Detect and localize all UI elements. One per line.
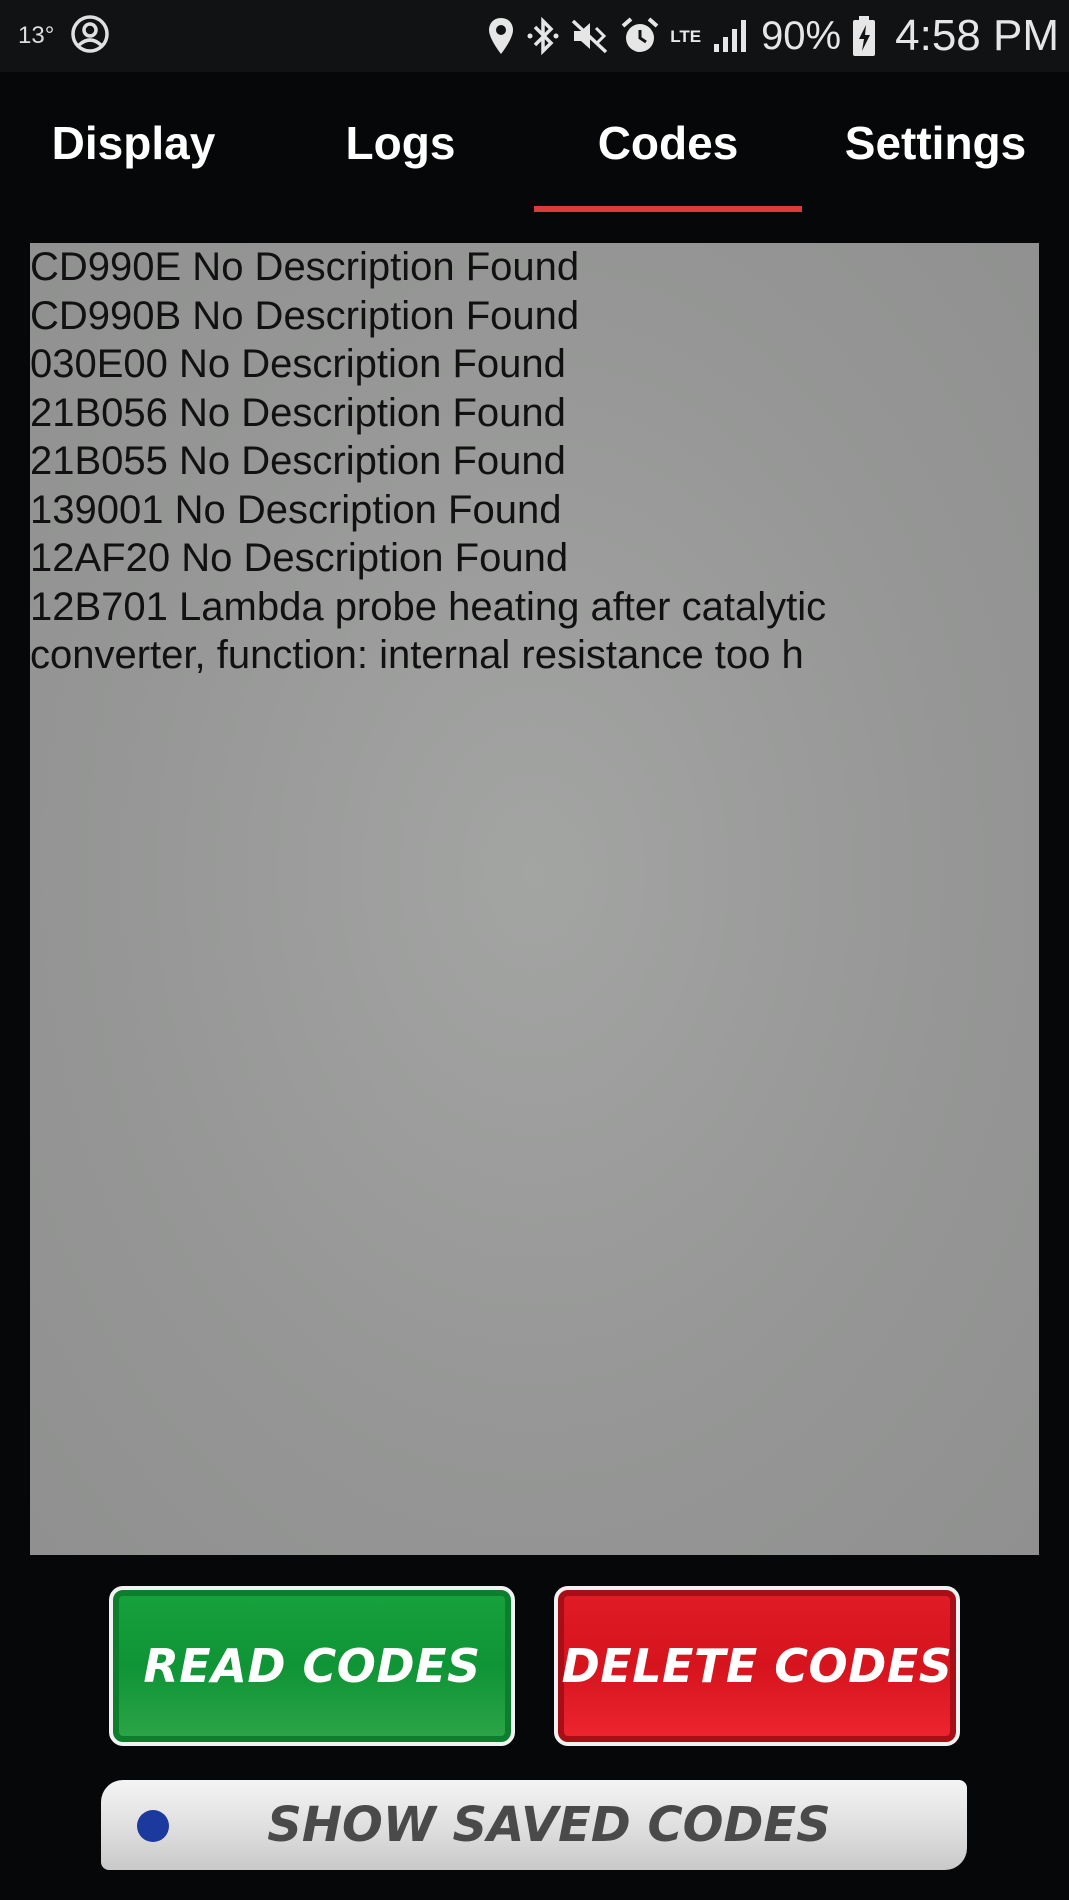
account-circle-icon [70, 14, 110, 59]
tab-logs[interactable]: Logs [267, 72, 534, 214]
read-codes-button[interactable]: READ CODES [109, 1586, 515, 1746]
read-codes-label: READ CODES [143, 1639, 481, 1693]
tab-settings[interactable]: Settings [802, 72, 1069, 214]
signal-icon [711, 16, 751, 56]
temperature-indicator: 13° [18, 22, 55, 49]
show-saved-codes-label: SHOW SAVED CODES [267, 1797, 831, 1853]
code-entry: 030E00 No Description Found [30, 342, 566, 386]
status-bar: 13° LTE 90% 4:58 PM [0, 0, 1069, 72]
location-pin-icon [486, 16, 516, 56]
show-saved-codes-button[interactable]: SHOW SAVED CODES [101, 1780, 967, 1870]
tab-bar: Display Logs Codes Settings [0, 72, 1069, 214]
active-tab-indicator [534, 206, 802, 212]
tab-display[interactable]: Display [0, 72, 267, 214]
code-entry: 12B701 Lambda probe heating after cataly… [30, 584, 838, 678]
code-entry: CD990E No Description Found [30, 245, 580, 289]
code-entry: CD990B No Description Found [30, 293, 580, 338]
vibrate-icon [570, 16, 610, 56]
code-entry: 21B055 No Description Found [30, 439, 566, 483]
clock: 4:58 PM [895, 11, 1059, 60]
battery-percent: 90% [761, 13, 842, 58]
code-entry: 12AF20 No Description Found [30, 536, 569, 580]
code-entry: 21B056 No Description Found [30, 390, 566, 435]
tab-codes[interactable]: Codes [534, 72, 802, 214]
delete-codes-label: DELETE CODES [561, 1639, 953, 1693]
lte-icon: LTE [670, 28, 701, 45]
code-entry: 139001 No Description Found [30, 487, 562, 532]
battery-charging-icon [851, 15, 877, 57]
bluetooth-icon [526, 16, 560, 56]
network-type-label: LTE [670, 26, 702, 46]
trouble-codes-list[interactable]: CD990E No Description Found CD990B No De… [30, 243, 1039, 1555]
delete-codes-button[interactable]: DELETE CODES [554, 1586, 960, 1746]
alarm-icon [620, 16, 660, 56]
